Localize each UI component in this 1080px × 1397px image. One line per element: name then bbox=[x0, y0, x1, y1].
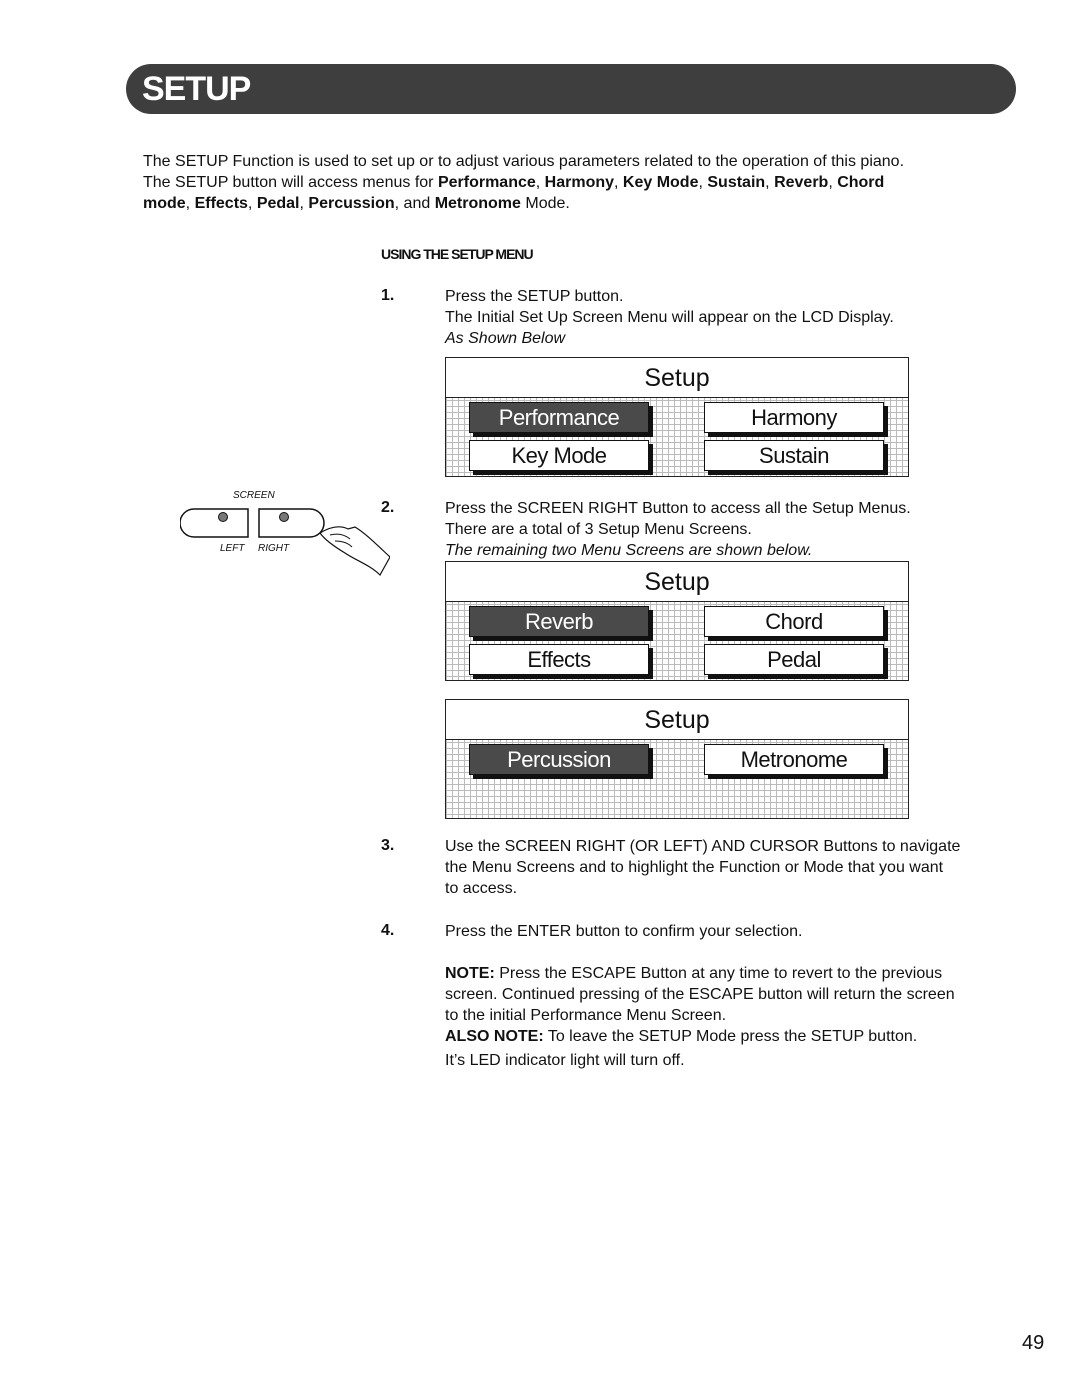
lcd-screen-2: Setup Reverb Chord Effects Pedal bbox=[445, 561, 909, 681]
menu-harmony[interactable]: Harmony bbox=[704, 402, 884, 433]
menu-percussion[interactable]: Percussion bbox=[469, 744, 649, 775]
step-3-text: Use the SCREEN RIGHT (OR LEFT) AND CURSO… bbox=[445, 838, 961, 897]
menu-key-mode[interactable]: Key Mode bbox=[469, 440, 649, 471]
manual-page: SETUP The SETUP Function is used to set … bbox=[0, 0, 1080, 1397]
intro-paragraph: The SETUP Function is used to set up or … bbox=[143, 153, 905, 212]
menu-effects[interactable]: Effects bbox=[469, 644, 649, 675]
step-2-text: Press the SCREEN RIGHT Button to access … bbox=[445, 500, 911, 559]
step-number: 3. bbox=[381, 837, 395, 854]
step-number: 2. bbox=[381, 499, 395, 516]
note-block: NOTE: Press the ESCAPE Button at any tim… bbox=[445, 965, 955, 1069]
menu-metronome[interactable]: Metronome bbox=[704, 744, 884, 775]
step-number: 1. bbox=[381, 287, 395, 304]
lcd-screen-3: Setup Percussion Metronome bbox=[445, 699, 909, 819]
menu-chord[interactable]: Chord bbox=[704, 606, 884, 637]
menu-reverb[interactable]: Reverb bbox=[469, 606, 649, 637]
step-1-text: Press the SETUP button. The Initial Set U… bbox=[445, 288, 894, 347]
lcd-screen-1: Setup Performance Harmony Key Mode Susta… bbox=[445, 357, 909, 477]
step-number: 4. bbox=[381, 922, 395, 939]
menu-pedal[interactable]: Pedal bbox=[704, 644, 884, 675]
page-number: 49 bbox=[1022, 1332, 1045, 1354]
section-banner: SETUP bbox=[126, 64, 1016, 114]
menu-performance[interactable]: Performance bbox=[469, 402, 649, 433]
page-title: SETUP bbox=[142, 70, 251, 108]
menu-sustain[interactable]: Sustain bbox=[704, 440, 884, 471]
section-heading: USING THE SETUP MENU bbox=[381, 246, 534, 262]
step-4-text: Press the ENTER button to confirm your s… bbox=[445, 923, 803, 940]
